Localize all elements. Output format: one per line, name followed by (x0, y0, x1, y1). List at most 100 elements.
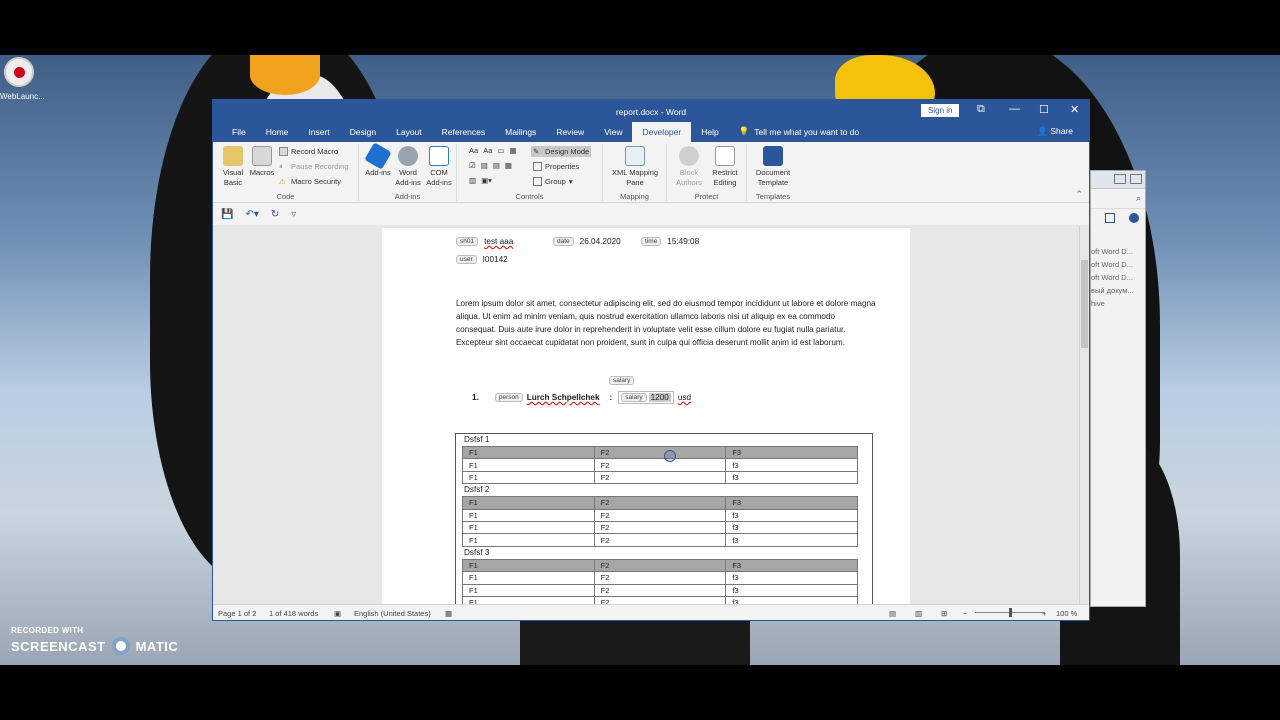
title-bar[interactable]: report.docx - Word Sign in ⧉ — ☐ ✕ (213, 100, 1089, 123)
table-header-cell[interactable]: F2 (593, 445, 727, 460)
record-macro-button[interactable]: Record Macro (279, 147, 338, 156)
table-header-cell[interactable]: F3 (725, 496, 858, 510)
word-addins-button[interactable]: Word Add-ins (393, 146, 423, 188)
tab-mailings[interactable]: Mailings (495, 127, 546, 142)
word-window[interactable]: report.docx - Word Sign in ⧉ — ☐ ✕ File … (212, 99, 1090, 621)
table-header-cell[interactable]: F1 (462, 558, 595, 573)
table-cell[interactable]: F2 (593, 508, 727, 522)
help-icon[interactable] (1129, 213, 1139, 223)
table-cell[interactable]: f3 (725, 458, 858, 472)
table-cell[interactable]: f3 (725, 571, 858, 585)
tab-help[interactable]: Help (691, 127, 728, 142)
table-cell[interactable]: F2 (593, 458, 727, 472)
background-window[interactable]: ⌕ oft Word D... oft Word D... oft Word D… (1090, 170, 1146, 607)
lorem-paragraph[interactable]: Lorem ipsum dolor sit amet, consectetur … (456, 297, 876, 349)
close-icon[interactable]: ✕ (1070, 103, 1079, 116)
salary-value[interactable]: 1200 (648, 393, 671, 402)
record-icon[interactable] (4, 57, 34, 87)
group-button[interactable]: Group ▾ (533, 177, 573, 186)
table-cell[interactable]: F2 (593, 470, 727, 485)
properties-button[interactable]: Properties (533, 162, 579, 171)
time-field[interactable]: time 15:49:08 (641, 237, 702, 246)
table-header-cell[interactable]: F2 (593, 558, 727, 573)
table-cell[interactable]: F1 (462, 458, 595, 472)
dropdown-list-icon[interactable]: ▤ (493, 161, 500, 170)
table-caption[interactable]: Dsfsf 1 (456, 434, 872, 446)
tab-developer[interactable]: Developer (632, 122, 692, 142)
tab-view[interactable]: View (594, 127, 632, 142)
list-item[interactable]: oft Word D... (1091, 271, 1145, 284)
zoom-level[interactable]: 100 % (1056, 609, 1077, 618)
design-mode-button[interactable]: ✎ Design Mode (531, 146, 592, 157)
sign-in-button[interactable]: Sign in (921, 104, 960, 117)
user-field[interactable]: user I00142 (456, 255, 511, 264)
picture-control-icon[interactable]: ▭ (497, 146, 504, 155)
macros-button[interactable]: Macros (249, 146, 275, 178)
person-list-item[interactable]: 1. person Lurch Schpellchek : salary 120… (472, 391, 691, 404)
plain-text-control-icon[interactable]: Aa (483, 146, 492, 155)
person-value[interactable]: Lurch Schpellchek (527, 393, 600, 402)
table-cell[interactable]: f3 (725, 520, 858, 535)
content-control-value[interactable]: I00142 (480, 255, 511, 264)
tab-layout[interactable]: Layout (386, 127, 432, 142)
table-cell[interactable]: f3 (725, 508, 858, 522)
table-header-cell[interactable]: F3 (725, 445, 858, 460)
pane-icon[interactable] (1105, 213, 1115, 223)
legacy-tools-icon[interactable]: ▣▾ (481, 176, 492, 185)
scrollbar-thumb[interactable] (1081, 260, 1088, 348)
com-addins-button[interactable]: COM Add-ins (423, 146, 455, 188)
print-layout-icon[interactable]: ▥ (915, 609, 922, 618)
table-header-cell[interactable]: F3 (725, 558, 858, 573)
salary-field[interactable]: salary 1200 (618, 391, 674, 404)
table-cell[interactable]: F2 (593, 520, 727, 535)
table-cell[interactable]: F2 (593, 583, 727, 597)
table-cell[interactable]: F1 (462, 583, 595, 597)
list-item[interactable]: hive (1091, 297, 1145, 310)
minimize-icon[interactable]: — (1009, 103, 1020, 115)
table-cell[interactable]: F2 (593, 533, 727, 547)
tab-review[interactable]: Review (546, 127, 594, 142)
content-control-value[interactable]: 15:49:08 (664, 237, 702, 246)
share-button[interactable]: 👤 Share (1037, 126, 1073, 137)
redo-icon[interactable]: ↻ (271, 209, 279, 220)
table-cell[interactable]: f3 (725, 583, 858, 597)
list-item[interactable]: oft Word D... (1091, 258, 1145, 271)
sh01-field[interactable]: sh01 test aaa (456, 237, 516, 246)
content-control-value[interactable]: test aaa (481, 237, 516, 246)
table-caption[interactable]: Dsfsf 3 (456, 547, 872, 559)
addins-button[interactable]: Add-ins (364, 142, 392, 178)
customize-qat-icon[interactable]: ▿ (291, 209, 296, 220)
table-cell[interactable]: F2 (593, 571, 727, 585)
restore-icon[interactable] (1114, 174, 1126, 184)
table-caption[interactable]: Dsfsf 2 (456, 484, 872, 496)
maximize-icon[interactable]: ☐ (1039, 103, 1049, 116)
tab-references[interactable]: References (432, 127, 495, 142)
tab-insert[interactable]: Insert (298, 127, 339, 142)
table-cell[interactable]: F1 (462, 508, 595, 522)
zoom-out-icon[interactable]: − (963, 609, 967, 618)
table-header-cell[interactable]: F1 (462, 445, 595, 460)
undo-icon[interactable]: ↶▾ (245, 209, 258, 220)
list-item[interactable]: oft Word D... (1091, 245, 1145, 258)
web-layout-icon[interactable]: ⊞ (941, 609, 947, 618)
building-block-icon[interactable]: ▦ (509, 146, 516, 155)
ribbon-display-icon[interactable]: ⧉ (977, 103, 985, 116)
collapse-ribbon-icon[interactable]: ⌃ (1075, 189, 1083, 200)
xml-mapping-pane-button[interactable]: XML Mapping Pane (607, 146, 663, 188)
document-page[interactable]: sh01 test aaa date 26.04.2020 time 15:49… (382, 228, 910, 606)
proofing-icon[interactable]: ▣ (334, 609, 341, 618)
date-field[interactable]: date 26.04.2020 (553, 237, 624, 246)
block-authors-button[interactable]: Block Authors (673, 146, 705, 188)
table-cell[interactable]: F1 (462, 533, 595, 547)
visual-basic-button[interactable]: Visual Basic (219, 146, 247, 188)
table-header-cell[interactable]: F1 (462, 496, 595, 510)
table-cell[interactable]: F1 (462, 571, 595, 585)
macro-record-icon[interactable]: ▦ (445, 609, 452, 618)
table-header-cell[interactable]: F2 (593, 496, 727, 510)
search-icon[interactable]: ⌕ (1091, 189, 1145, 209)
repeating-section-icon[interactable]: ▥ (469, 176, 476, 185)
macro-security-button[interactable]: ⚠ Macro Security (279, 177, 341, 186)
table-cell[interactable]: f3 (725, 470, 858, 485)
tab-home[interactable]: Home (256, 127, 299, 142)
content-control-value[interactable]: 26.04.2020 (577, 237, 624, 246)
